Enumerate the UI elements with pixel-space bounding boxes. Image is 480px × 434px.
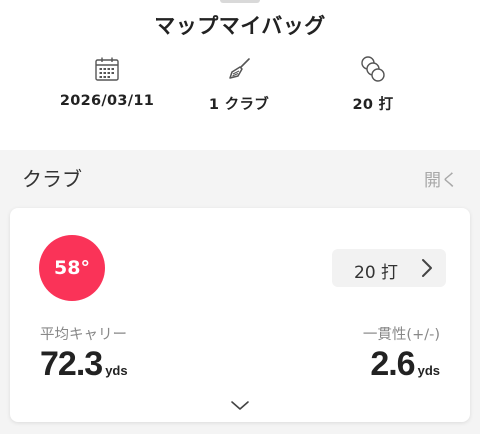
drag-handle[interactable] (220, 0, 260, 3)
stat-shots: 20 打 (303, 52, 443, 114)
golf-balls-icon (303, 52, 443, 86)
stat-shots-value: 20 打 (352, 97, 394, 113)
stat-clubs: 1 クラブ (169, 52, 309, 114)
golf-club-icon (169, 52, 309, 86)
stat-date: 2026/03/11 (37, 52, 177, 109)
clubs-section-header: クラブ 開く (0, 150, 480, 206)
chevron-right-icon (420, 258, 434, 282)
avg-carry-value: 72.3 yds (40, 345, 128, 384)
chevron-down-icon[interactable] (230, 398, 250, 412)
stat-clubs-value: 1 クラブ (208, 97, 270, 113)
avg-carry-number: 72.3 (40, 345, 103, 383)
consistency-value: 2.6 yds (370, 345, 440, 384)
page-title: マップマイバッグ (154, 14, 326, 38)
avg-carry-unit: yds (105, 363, 128, 378)
open-button[interactable]: 開く (424, 166, 458, 191)
consistency-label: 一貫性(+/-) (362, 327, 440, 343)
loft-badge: 58° (39, 235, 105, 301)
summary-header: マップマイバッグ 2026/03/11 1 クラブ 20 打 (0, 0, 480, 150)
clubs-section-title: クラブ (22, 167, 82, 191)
consistency-unit: yds (417, 363, 440, 378)
stat-date-value: 2026/03/11 (59, 93, 155, 109)
consistency-number: 2.6 (370, 345, 415, 383)
stats-row: 2026/03/11 1 クラブ 20 打 (0, 52, 480, 122)
calendar-icon (37, 52, 177, 86)
avg-carry-label: 平均キャリー (40, 327, 127, 343)
shots-button[interactable]: 20 打 (332, 249, 446, 287)
club-card[interactable]: 58° 20 打 平均キャリー 72.3 yds 一貫性(+/-) 2.6 yds (10, 208, 470, 422)
shots-button-label: 20 打 (354, 263, 399, 283)
